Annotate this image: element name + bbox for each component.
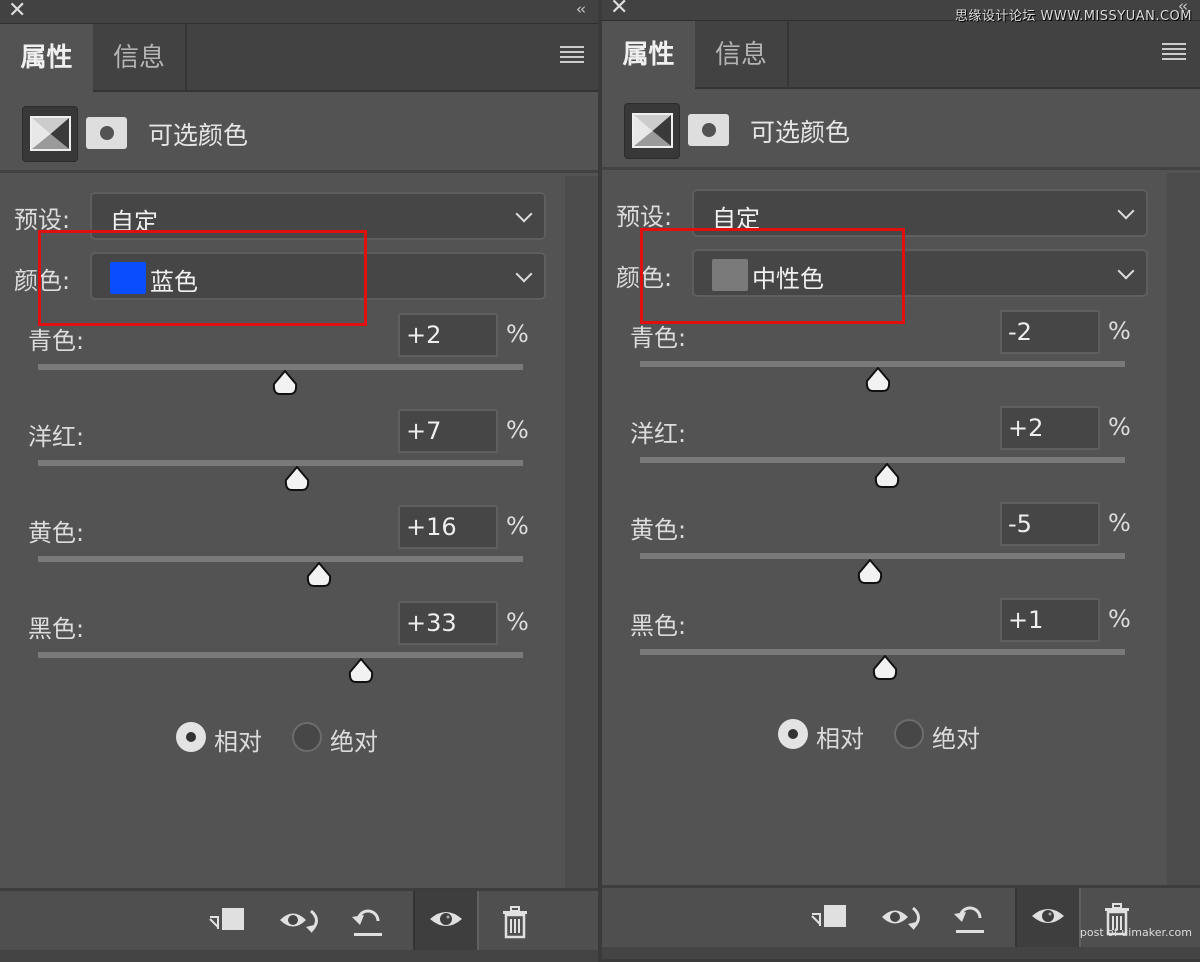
clip-to-layer-icon[interactable] bbox=[206, 905, 246, 939]
tab-info[interactable]: 信息 bbox=[93, 24, 187, 92]
chevron-down-icon bbox=[515, 265, 533, 283]
radio-relative-label: 相对 bbox=[816, 725, 864, 753]
close-icon[interactable]: ✕ bbox=[8, 0, 26, 23]
slider-value-input[interactable]: +1 bbox=[1000, 598, 1100, 642]
percent-unit: % bbox=[1108, 605, 1131, 633]
chevron-down-icon bbox=[1117, 262, 1135, 280]
slider-label: 黑色: bbox=[630, 612, 687, 640]
slider-thumb[interactable] bbox=[272, 369, 298, 396]
visibility-eye-icon[interactable] bbox=[426, 905, 466, 939]
scrollbar[interactable] bbox=[565, 176, 598, 888]
slider-label: 青色: bbox=[28, 327, 85, 355]
reset-icon[interactable] bbox=[950, 902, 990, 936]
tab-properties[interactable]: 属性 bbox=[0, 24, 93, 94]
tab-bar: 属性 信息 bbox=[602, 21, 1200, 91]
panel-menu-icon[interactable] bbox=[1162, 43, 1186, 63]
tab-bar: 属性 信息 bbox=[0, 24, 598, 94]
slider-value-input[interactable]: -5 bbox=[1000, 502, 1100, 546]
percent-unit: % bbox=[506, 512, 529, 540]
slider-thumb[interactable] bbox=[874, 462, 900, 489]
panel-footer bbox=[0, 888, 598, 950]
slider-track[interactable] bbox=[38, 556, 523, 562]
slider-thumb[interactable] bbox=[872, 654, 898, 681]
panel-menu-icon[interactable] bbox=[560, 46, 584, 66]
radio-absolute[interactable] bbox=[292, 722, 322, 752]
layer-mask-icon[interactable] bbox=[86, 117, 127, 149]
watermark-uimaker: post of uimaker.com bbox=[1079, 926, 1192, 939]
view-previous-state-icon[interactable] bbox=[278, 905, 318, 939]
slider-thumb[interactable] bbox=[306, 561, 332, 588]
selective-color-adjustment-icon[interactable] bbox=[22, 106, 78, 162]
trash-icon[interactable] bbox=[495, 905, 535, 939]
preset-label: 预设: bbox=[616, 203, 673, 231]
slider-thumb[interactable] bbox=[284, 465, 310, 492]
scrollbar[interactable] bbox=[1167, 173, 1200, 885]
slider-value-input[interactable]: +33 bbox=[398, 601, 498, 645]
percent-unit: % bbox=[1108, 317, 1131, 345]
adjustment-title: 可选颜色 bbox=[148, 121, 249, 150]
radio-absolute-label: 绝对 bbox=[330, 728, 378, 756]
visibility-eye-icon[interactable] bbox=[1028, 902, 1068, 936]
adjustment-header: 可选颜色 bbox=[0, 92, 598, 173]
tab-info[interactable]: 信息 bbox=[695, 21, 789, 89]
clip-to-layer-icon[interactable] bbox=[808, 902, 848, 936]
view-previous-state-icon[interactable] bbox=[880, 902, 920, 936]
slider-thumb[interactable] bbox=[348, 657, 374, 684]
slider-value-input[interactable]: +16 bbox=[398, 505, 498, 549]
percent-unit: % bbox=[1108, 509, 1131, 537]
panel-title-bar: ✕ ‹‹ bbox=[0, 0, 598, 24]
adjustment-header: 可选颜色 bbox=[602, 89, 1200, 170]
adjustment-title: 可选颜色 bbox=[750, 118, 851, 147]
highlight-box bbox=[38, 230, 367, 326]
reset-icon[interactable] bbox=[348, 905, 388, 939]
slider-label: 黑色: bbox=[28, 615, 85, 643]
layer-mask-icon[interactable] bbox=[688, 114, 729, 146]
collapse-icon[interactable]: ‹‹ bbox=[576, 0, 586, 18]
watermark-missyuan: 思缘设计论坛 WWW.MISSYUAN.COM bbox=[954, 9, 1192, 24]
slider-value-input[interactable]: -2 bbox=[1000, 310, 1100, 354]
tab-properties[interactable]: 属性 bbox=[602, 21, 695, 91]
radio-relative[interactable] bbox=[778, 719, 808, 749]
radio-absolute-label: 绝对 bbox=[932, 725, 980, 753]
highlight-box bbox=[640, 228, 905, 324]
slider-track[interactable] bbox=[38, 652, 523, 658]
slider-value-input[interactable]: +2 bbox=[398, 313, 498, 357]
percent-unit: % bbox=[1108, 413, 1131, 441]
percent-unit: % bbox=[506, 320, 529, 348]
resize-strip[interactable] bbox=[0, 950, 598, 962]
properties-panel: ✕ ‹‹ 属性 信息 可选颜色 预设: 自定 颜色: 中性色 青色: -2% 洋红: +2% 黄色: -5%… bbox=[602, 0, 1200, 959]
selective-color-adjustment-icon[interactable] bbox=[624, 103, 680, 159]
slider-label: 黄色: bbox=[28, 519, 85, 547]
radio-relative[interactable] bbox=[176, 722, 206, 752]
resize-strip[interactable] bbox=[602, 947, 1200, 959]
radio-absolute[interactable] bbox=[894, 719, 924, 749]
slider-thumb[interactable] bbox=[865, 366, 891, 393]
slider-label: 洋红: bbox=[630, 420, 687, 448]
chevron-down-icon bbox=[1117, 202, 1135, 220]
slider-label: 洋红: bbox=[28, 423, 85, 451]
slider-value-input[interactable]: +7 bbox=[398, 409, 498, 453]
slider-label: 黄色: bbox=[630, 516, 687, 544]
close-icon[interactable]: ✕ bbox=[610, 0, 628, 20]
slider-thumb[interactable] bbox=[857, 558, 883, 585]
percent-unit: % bbox=[506, 416, 529, 444]
chevron-down-icon bbox=[515, 205, 533, 223]
slider-value-input[interactable]: +2 bbox=[1000, 406, 1100, 450]
properties-panel: ✕ ‹‹ 属性 信息 可选颜色 预设: 自定 颜色: 蓝色 青色: +2% 洋红: +7% 黄色: +16%… bbox=[0, 0, 598, 962]
radio-relative-label: 相对 bbox=[214, 728, 262, 756]
percent-unit: % bbox=[506, 608, 529, 636]
slider-track[interactable] bbox=[38, 460, 523, 466]
